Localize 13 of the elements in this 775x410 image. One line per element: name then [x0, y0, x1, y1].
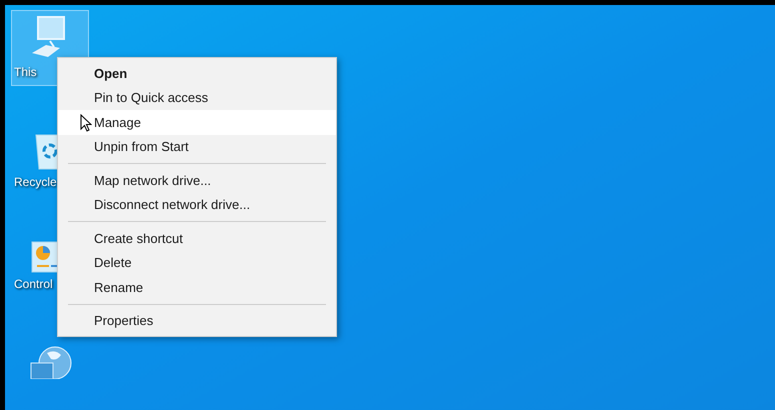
menu-item[interactable]: Rename — [58, 275, 336, 300]
menu-item[interactable]: Delete — [58, 250, 336, 275]
icon-label: This — [13, 64, 37, 81]
icon-label: Control — [13, 276, 53, 293]
menu-item[interactable]: Pin to Quick access — [58, 86, 336, 110]
menu-item[interactable]: Unpin from Start — [58, 134, 336, 159]
menu-item[interactable]: Map network drive... — [58, 168, 336, 192]
mouse-pointer-icon — [80, 114, 92, 132]
menu-item[interactable]: Create shortcut — [58, 226, 336, 250]
menu-item[interactable]: Manage — [58, 110, 336, 134]
menu-item[interactable]: Disconnect network drive... — [58, 192, 336, 217]
menu-item[interactable]: Properties — [58, 308, 336, 333]
icon-label: Recycle — [13, 174, 57, 191]
